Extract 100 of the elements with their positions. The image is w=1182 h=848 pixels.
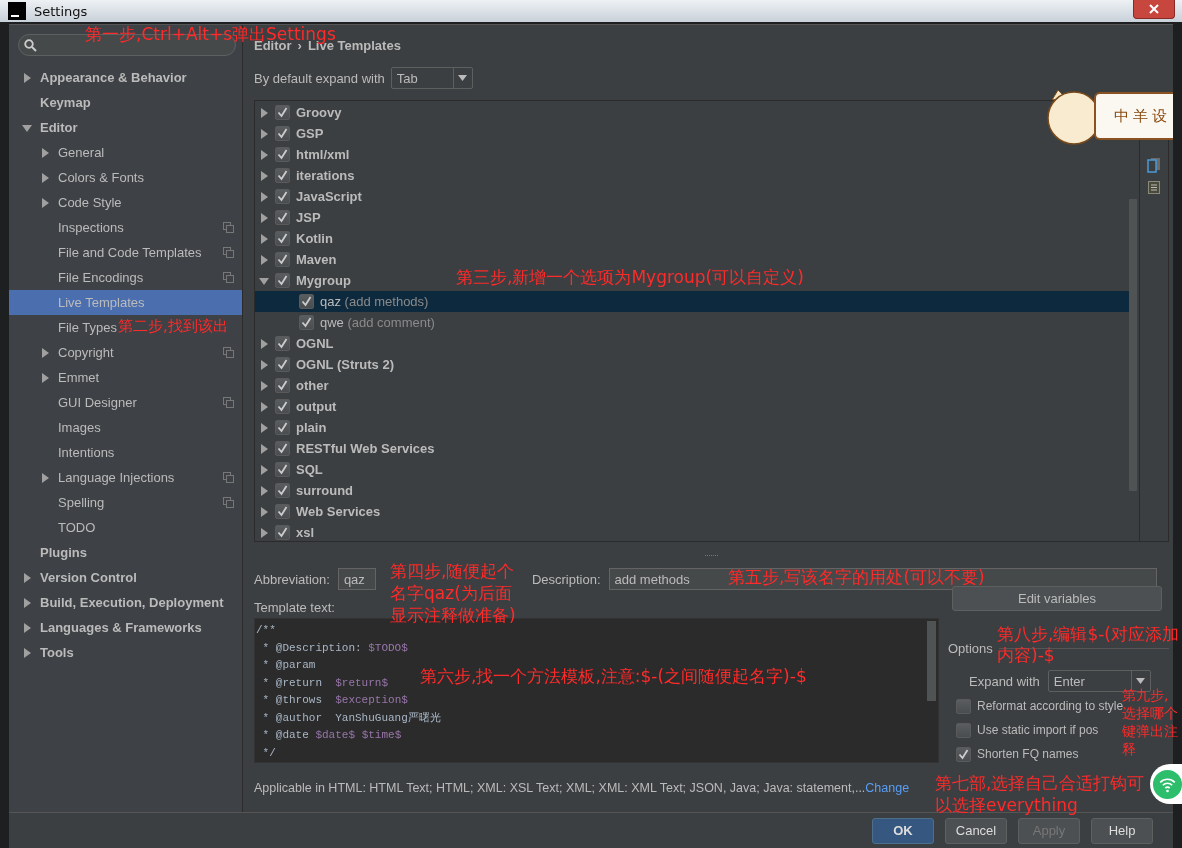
checkbox[interactable] <box>275 105 290 120</box>
template-group[interactable]: Web Services <box>296 504 381 519</box>
copy-icon[interactable] <box>1147 157 1161 173</box>
close-button[interactable] <box>1133 0 1175 19</box>
expanded-arrow-icon[interactable] <box>259 275 269 286</box>
dialog-button[interactable]: Help <box>1091 817 1153 844</box>
sidebar-item[interactable]: Plugins <box>9 540 95 565</box>
sidebar-item[interactable]: Spelling <box>9 490 242 515</box>
sidebar-item[interactable]: Colors & Fonts <box>9 165 152 190</box>
collapsed-arrow-icon[interactable] <box>22 647 32 658</box>
sidebar-item[interactable]: Intentions <box>9 440 123 465</box>
checkbox[interactable] <box>275 504 290 519</box>
template-group[interactable]: JavaScript <box>296 189 362 204</box>
collapsed-arrow-icon[interactable] <box>40 347 50 358</box>
expanded-arrow-icon[interactable] <box>22 122 32 133</box>
collapsed-arrow-icon[interactable] <box>259 233 269 244</box>
template-group[interactable]: OGNL (Struts 2) <box>296 357 394 372</box>
checkbox[interactable] <box>275 462 290 477</box>
sidebar-item[interactable]: Inspections <box>9 215 242 240</box>
sidebar-item[interactable]: TODO <box>9 515 104 540</box>
collapsed-arrow-icon[interactable] <box>40 172 50 183</box>
template-group[interactable]: output <box>296 399 337 414</box>
checkbox[interactable] <box>275 189 290 204</box>
collapsed-arrow-icon[interactable] <box>259 359 269 370</box>
checkbox[interactable] <box>299 315 314 330</box>
scrollbar[interactable] <box>927 621 936 701</box>
template-group[interactable]: RESTful Web Services <box>296 441 435 456</box>
sidebar-item[interactable]: Copyright <box>9 340 242 365</box>
sidebar-item[interactable]: File and Code Templates <box>9 240 242 265</box>
collapsed-arrow-icon[interactable] <box>259 506 269 517</box>
collapsed-arrow-icon[interactable] <box>259 254 269 265</box>
sidebar-item[interactable]: GUI Designer <box>9 390 242 415</box>
sidebar-item[interactable]: Build, Execution, Deployment <box>9 590 232 615</box>
checkbox[interactable] <box>275 399 290 414</box>
collapsed-arrow-icon[interactable] <box>40 372 50 383</box>
template-group[interactable]: GSP <box>296 126 324 141</box>
template-row[interactable]: qwe (add comment) <box>255 312 1129 333</box>
collapsed-arrow-icon[interactable] <box>259 443 269 454</box>
template-group[interactable]: plain <box>296 420 327 435</box>
collapsed-arrow-icon[interactable] <box>259 464 269 475</box>
sidebar-item[interactable]: Version Control <box>9 565 145 590</box>
checkbox[interactable] <box>956 722 971 738</box>
scrollbar[interactable] <box>1129 199 1137 491</box>
sidebar-item[interactable]: Emmet <box>9 365 108 390</box>
collapsed-arrow-icon[interactable] <box>259 401 269 412</box>
change-link[interactable]: Change <box>865 781 910 795</box>
collapsed-arrow-icon[interactable] <box>259 212 269 223</box>
sidebar-item[interactable]: General <box>9 140 113 165</box>
sidebar-item[interactable]: Keymap <box>9 90 99 115</box>
sidebar-item[interactable]: File Encodings <box>9 265 242 290</box>
checkbox-label[interactable]: Reformat according to style <box>977 699 1124 713</box>
splitter-handle-icon[interactable] <box>704 553 719 557</box>
template-group[interactable]: Groovy <box>296 105 342 120</box>
checkbox-label[interactable]: Shorten FQ names <box>977 747 1079 761</box>
template-group[interactable]: Maven <box>296 252 337 267</box>
dialog-button[interactable]: Cancel <box>945 817 1007 844</box>
collapsed-arrow-icon[interactable] <box>259 107 269 118</box>
collapsed-arrow-icon[interactable] <box>259 380 269 391</box>
checkbox[interactable] <box>275 231 290 246</box>
template-group[interactable]: Kotlin <box>296 231 333 246</box>
template-group[interactable]: html/xml <box>296 147 350 162</box>
checkbox[interactable] <box>956 746 971 762</box>
template-group[interactable]: other <box>296 378 329 393</box>
collapsed-arrow-icon[interactable] <box>259 338 269 349</box>
collapsed-arrow-icon[interactable] <box>259 170 269 181</box>
sidebar-item[interactable]: Code Style <box>9 190 130 215</box>
checkbox[interactable] <box>275 210 290 225</box>
dialog-button[interactable]: OK <box>872 817 934 844</box>
checkbox[interactable] <box>299 294 314 309</box>
checkbox[interactable] <box>956 698 971 714</box>
collapsed-arrow-icon[interactable] <box>259 485 269 496</box>
sidebar-item[interactable]: Images <box>9 415 109 440</box>
abbreviation-field[interactable]: qaz <box>337 568 376 590</box>
template-group[interactable]: Mygroup <box>296 273 351 288</box>
collapsed-arrow-icon[interactable] <box>22 597 32 608</box>
template-group[interactable]: OGNL <box>296 336 334 351</box>
checkbox[interactable] <box>275 441 290 456</box>
checkbox[interactable] <box>275 420 290 435</box>
sidebar-item[interactable]: Tools <box>9 640 82 665</box>
checkbox[interactable] <box>275 126 290 141</box>
template-group[interactable]: SQL <box>296 462 323 477</box>
collapsed-arrow-icon[interactable] <box>40 197 50 208</box>
checkbox[interactable] <box>275 168 290 183</box>
checkbox-label[interactable]: Use static import if pos <box>977 723 1099 737</box>
checkbox[interactable] <box>275 483 290 498</box>
template-group[interactable]: JSP <box>296 210 321 225</box>
collapsed-arrow-icon[interactable] <box>259 149 269 160</box>
collapsed-arrow-icon[interactable] <box>22 572 32 583</box>
sidebar-item[interactable]: Editor <box>9 115 86 140</box>
sidebar-item[interactable]: Languages & Frameworks <box>9 615 210 640</box>
collapsed-arrow-icon[interactable] <box>22 72 32 83</box>
expand-dropdown[interactable]: Tab <box>390 67 473 89</box>
collapsed-arrow-icon[interactable] <box>259 128 269 139</box>
collapsed-arrow-icon[interactable] <box>40 472 50 483</box>
checkbox[interactable] <box>275 252 290 267</box>
list-icon[interactable] <box>1148 181 1160 194</box>
sidebar-item[interactable]: Language Injections <box>9 465 242 490</box>
collapsed-arrow-icon[interactable] <box>259 422 269 433</box>
checkbox[interactable] <box>275 273 290 288</box>
checkbox[interactable] <box>275 357 290 372</box>
